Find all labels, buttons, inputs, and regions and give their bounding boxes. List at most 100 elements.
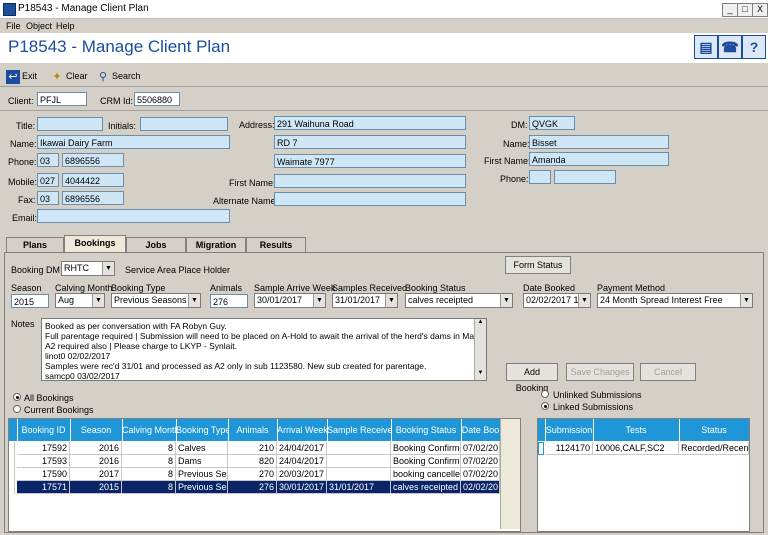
email-field[interactable] [37, 209, 230, 223]
table-row[interactable]: 17593 2016 8 Dams 820 24/04/2017 Booking Confi… [9, 455, 500, 468]
printer-icon[interactable]: ▤ [694, 35, 718, 59]
table-cell [327, 455, 391, 468]
title-field[interactable] [37, 117, 103, 131]
col-submission[interactable]: Submission [545, 419, 594, 441]
minimize-button[interactable]: _ [722, 3, 738, 17]
calving-month-select[interactable]: Aug ▼ [55, 293, 105, 308]
address-line-1[interactable]: 291 Waihuna Road [274, 116, 466, 130]
first-name-field[interactable] [274, 174, 466, 188]
booking-status-select[interactable]: calves receipted ▼ [405, 293, 513, 308]
table-cell: 2015 [70, 481, 122, 494]
col-tests[interactable]: Tests [593, 419, 680, 441]
linked-submissions-radio[interactable] [541, 402, 549, 410]
form-status-button[interactable]: Form Status [505, 256, 571, 274]
col-season[interactable]: Season [70, 419, 123, 441]
initials-field[interactable] [140, 117, 228, 131]
row-selector[interactable] [9, 455, 15, 468]
dm-first-name-field[interactable]: Amanda [529, 152, 669, 166]
col-calving-month[interactable]: Calving Month [122, 419, 177, 441]
bookings-table-scrollbar[interactable] [500, 419, 520, 529]
crm-label: CRM Id: [100, 96, 134, 106]
samples-received-select[interactable]: 31/01/2017 ▼ [332, 293, 398, 308]
bookings-table[interactable]: Booking ID Season Calving Month Booking … [8, 418, 521, 532]
col-animals[interactable]: Animals [228, 419, 278, 441]
menu-help[interactable]: Help [56, 21, 75, 31]
table-row[interactable]: 1759020178Previous Seas27020/03/2017 book… [9, 468, 500, 481]
exit-button[interactable]: ↩ Exit [6, 68, 37, 84]
col-booking-type[interactable]: Booking Type [176, 419, 229, 441]
menu-file[interactable]: File [6, 21, 21, 31]
menu-object[interactable]: Object [26, 21, 52, 31]
arrive-week-select[interactable]: 30/01/2017 ▼ [254, 293, 326, 308]
add-booking-button[interactable]: Add Booking [506, 363, 558, 393]
scroll-up-icon[interactable]: ▲ [475, 319, 486, 329]
phone-area-field[interactable]: 03 [37, 153, 59, 167]
tab-bookings[interactable]: Bookings [64, 235, 126, 253]
client-field[interactable]: PFJL [37, 92, 87, 106]
row-selector[interactable] [9, 442, 15, 455]
table-row[interactable]: 17592 2016 8 Calves 210 24/04/2017 Booking Con… [9, 442, 500, 455]
clear-button[interactable]: ✦ Clear [50, 68, 87, 84]
row-selector[interactable] [538, 442, 544, 455]
row-selector[interactable] [9, 468, 15, 481]
table-cell: Previous Seas [176, 481, 228, 494]
dm-first-name-label: First Name: [484, 156, 531, 166]
mobile-area-field[interactable]: 027 [37, 173, 59, 187]
fax-area-field[interactable]: 03 [37, 191, 59, 205]
address-line-2[interactable]: RD 7 [274, 135, 466, 149]
cancel-button[interactable]: Cancel [640, 363, 696, 381]
table-cell: 20/03/2017 [277, 468, 327, 481]
col-sample-received[interactable]: Sample Received [327, 419, 392, 441]
crm-field[interactable]: 5506880 [134, 92, 180, 106]
save-changes-button[interactable]: Save Changes [566, 363, 634, 381]
chevron-down-icon: ▼ [92, 294, 104, 307]
col-date-booked[interactable]: Date Boo [461, 419, 500, 441]
dm-phone-area-field[interactable] [529, 170, 551, 184]
table-cell: 17571 [17, 481, 70, 494]
booking-dm-select[interactable]: RHTC ▼ [61, 261, 115, 276]
table-row[interactable]: 1124170 10006,CALF,SC2 Recorded/Recent [538, 442, 749, 455]
col-booking-status[interactable]: Booking Status [391, 419, 462, 441]
name-field[interactable]: Ikawai Dairy Farm [37, 135, 230, 149]
season-label: Season [11, 283, 42, 293]
season-field[interactable]: 2015 [11, 294, 49, 308]
chevron-down-icon: ▼ [188, 294, 200, 307]
table-row[interactable]: 1757120158Previous Seas27630/01/201731/0… [9, 481, 500, 494]
tab-jobs[interactable]: Jobs [126, 237, 186, 253]
payment-method-label: Payment Method [597, 283, 666, 293]
table-cell: 8 [122, 455, 176, 468]
mobile-field[interactable]: 4044422 [62, 173, 124, 187]
window-title: P18543 - Manage Client Plan [18, 3, 149, 14]
close-button[interactable]: X [752, 3, 768, 17]
col-status[interactable]: Status [679, 419, 749, 441]
phone-field[interactable]: 6896556 [62, 153, 124, 167]
all-bookings-radio[interactable] [13, 393, 21, 401]
dm-phone-field[interactable] [554, 170, 616, 184]
booking-type-select[interactable]: Previous Seasons Pr ▼ [111, 293, 201, 308]
alternate-name-field[interactable] [274, 192, 466, 206]
current-bookings-radio[interactable] [13, 405, 21, 413]
row-selector[interactable] [9, 481, 15, 494]
help-icon[interactable]: ? [742, 35, 766, 59]
col-arrival-week[interactable]: Arrival Week [277, 419, 328, 441]
col-booking-id[interactable]: Booking ID [17, 419, 71, 441]
table-cell: 8 [122, 468, 176, 481]
animals-field[interactable]: 276 [210, 294, 248, 308]
scroll-down-icon[interactable]: ▼ [475, 370, 486, 380]
dm-field[interactable]: QVGK [529, 116, 575, 130]
tab-migration[interactable]: Migration [186, 237, 246, 253]
maximize-button[interactable]: □ [737, 3, 753, 17]
notes-textarea[interactable]: Booked as per conversation with FA Robyn… [41, 318, 487, 381]
dm-name-field[interactable]: Bisset [529, 135, 669, 149]
phone-icon[interactable]: ☎ [718, 35, 742, 59]
submissions-table[interactable]: Submission Tests Status 1124170 10006,CAL… [537, 418, 750, 532]
unlinked-submissions-radio[interactable] [541, 390, 549, 398]
fax-field[interactable]: 6896556 [62, 191, 124, 205]
tab-results[interactable]: Results [246, 237, 306, 253]
date-booked-select[interactable]: 02/02/2017 1 ▼ [523, 293, 591, 308]
search-button[interactable]: ⚲ Search [96, 68, 141, 84]
address-line-3[interactable]: Waimate 7977 [274, 154, 466, 168]
notes-scrollbar[interactable]: ▲ ▼ [474, 319, 486, 380]
tab-plans[interactable]: Plans [6, 237, 64, 253]
payment-method-select[interactable]: 24 Month Spread Interest Free ▼ [597, 293, 753, 308]
